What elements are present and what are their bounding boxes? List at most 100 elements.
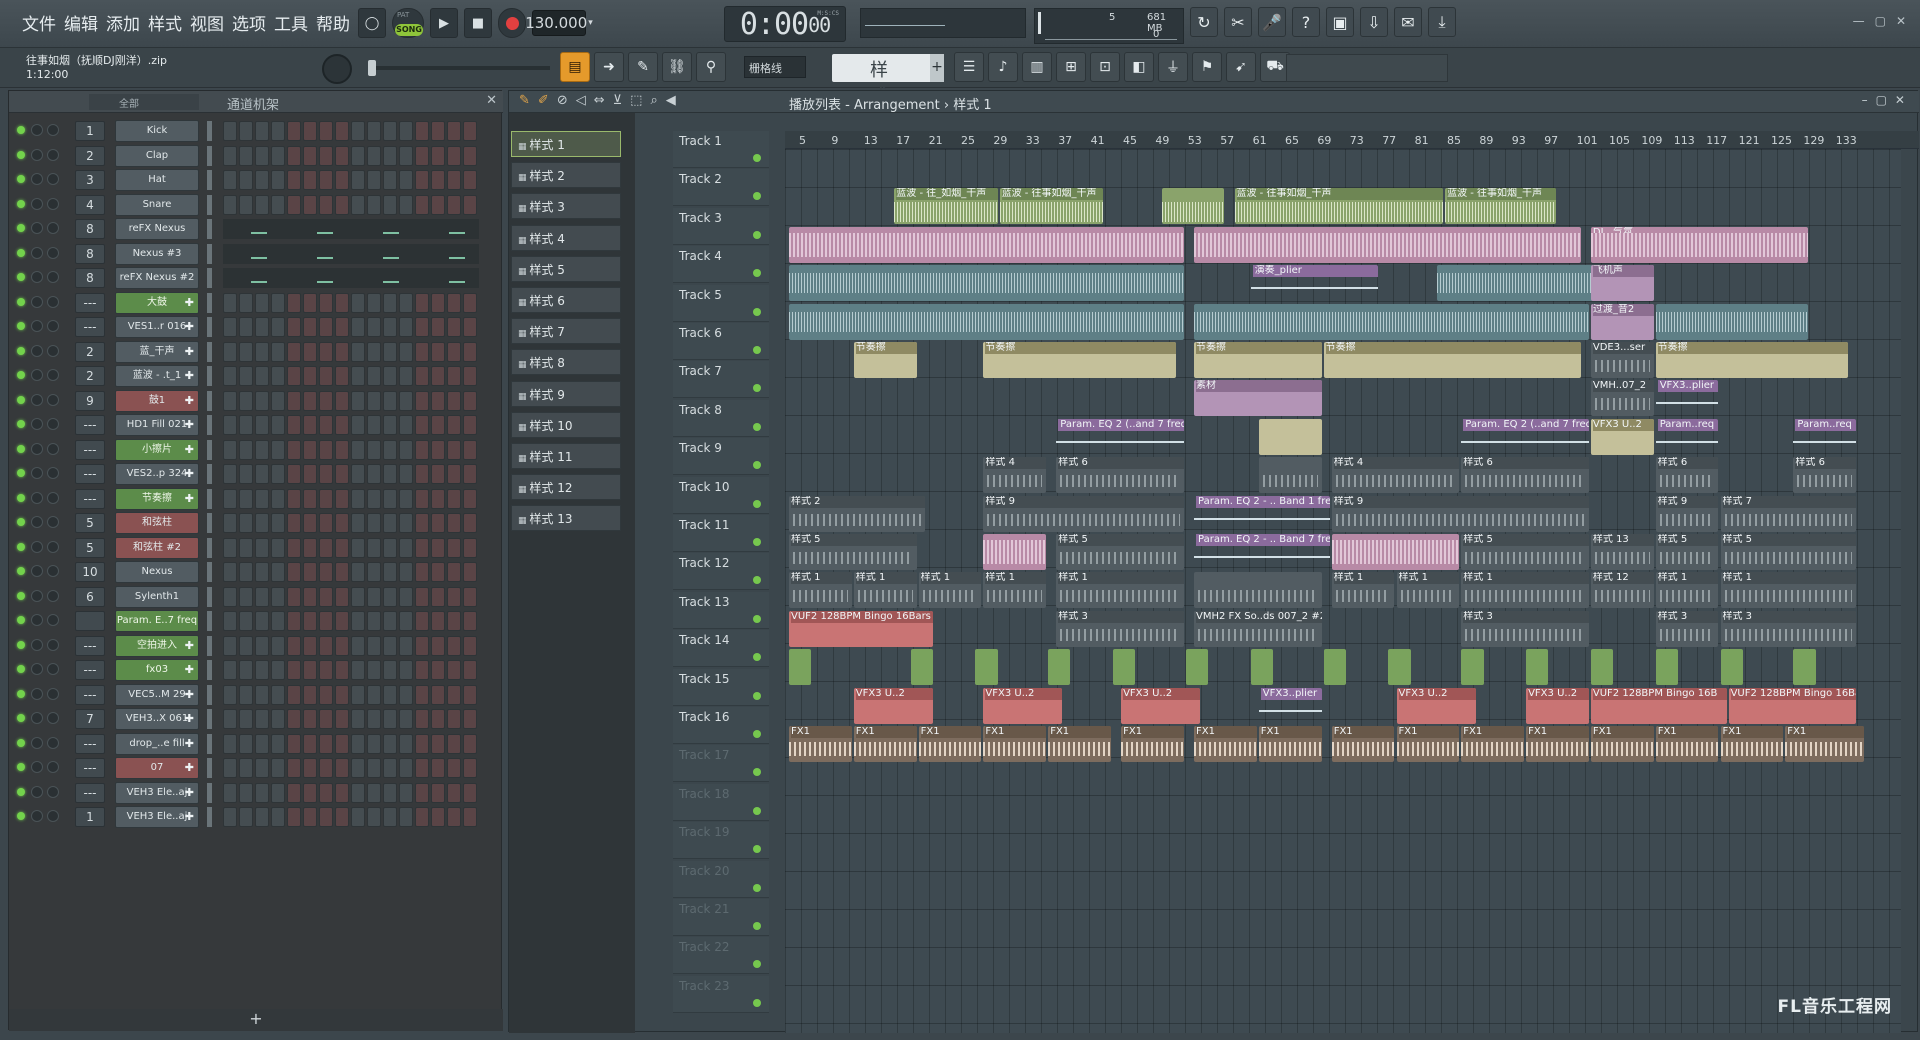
playlist-clip[interactable]: 样式 4	[983, 457, 1047, 494]
mixer-track-number[interactable]: ---	[75, 488, 105, 509]
slip-icon[interactable]: ⇔	[594, 93, 605, 108]
step-button[interactable]	[239, 341, 253, 362]
channel-name-button[interactable]: VES2..p 324	[115, 463, 199, 485]
step-button[interactable]	[399, 170, 413, 190]
step-button[interactable]	[463, 684, 477, 705]
step-button[interactable]	[367, 537, 381, 558]
step-button[interactable]	[383, 415, 397, 435]
step-button[interactable]	[415, 586, 429, 607]
step-button[interactable]	[255, 660, 269, 680]
channel-select-bar[interactable]	[207, 513, 212, 533]
step-button[interactable]	[303, 341, 317, 362]
channel-select-bar[interactable]	[207, 635, 212, 656]
step-button[interactable]	[399, 121, 413, 141]
step-button[interactable]	[367, 439, 381, 460]
step-button[interactable]	[415, 733, 429, 754]
step-button[interactable]	[335, 684, 349, 705]
step-button[interactable]	[431, 513, 445, 533]
step-button[interactable]	[447, 439, 461, 460]
volume-knob[interactable]	[47, 222, 59, 234]
mixer-track-number[interactable]: 9	[75, 390, 105, 411]
step-button[interactable]	[255, 390, 269, 411]
track-enable-icon[interactable]	[753, 691, 761, 700]
step-button[interactable]	[431, 415, 445, 435]
step-button[interactable]	[223, 562, 237, 582]
step-button[interactable]	[239, 390, 253, 411]
step-button[interactable]	[431, 782, 445, 803]
step-button[interactable]	[399, 635, 413, 656]
step-button[interactable]	[223, 537, 237, 558]
step-button[interactable]	[367, 782, 381, 803]
volume-knob[interactable]	[47, 516, 59, 528]
piano-roll-preview[interactable]	[223, 219, 479, 239]
step-button[interactable]	[415, 513, 429, 533]
playlist-clip[interactable]: 样式 3	[1056, 610, 1184, 647]
menu-item[interactable]: 编辑	[64, 10, 98, 35]
step-button[interactable]	[239, 635, 253, 656]
step-button[interactable]	[223, 635, 237, 656]
channel-select-bar[interactable]	[207, 292, 212, 313]
channel-select-bar[interactable]	[207, 317, 212, 337]
playlist-clip[interactable]: 样式 1	[1655, 572, 1719, 609]
step-button[interactable]	[383, 341, 397, 362]
maximize-icon[interactable]: ▢	[1875, 14, 1886, 28]
step-button[interactable]	[431, 317, 445, 337]
channel-rack-icon[interactable]: ▥	[1022, 52, 1052, 82]
step-button[interactable]	[415, 292, 429, 313]
step-button[interactable]	[463, 439, 477, 460]
playlist-clip[interactable]: 蓝波 - 往_如烟_干声	[894, 188, 998, 225]
channel-select-bar[interactable]	[207, 439, 212, 460]
step-button[interactable]	[223, 439, 237, 460]
mixer-track-number[interactable]: 2	[75, 341, 105, 362]
playlist-clip[interactable]: Param..req	[1793, 418, 1857, 455]
channel-row[interactable]: --- VEC5..M 29	[9, 683, 495, 707]
step-button[interactable]	[415, 611, 429, 631]
channel-led-icon[interactable]	[17, 787, 25, 796]
volume-knob[interactable]	[47, 124, 59, 136]
step-button[interactable]	[335, 390, 349, 411]
playlist-clip[interactable]	[1194, 572, 1322, 609]
step-button[interactable]	[447, 170, 461, 190]
step-button[interactable]	[287, 390, 301, 411]
step-button[interactable]	[335, 121, 349, 141]
step-button[interactable]	[351, 366, 365, 386]
step-button[interactable]	[271, 733, 285, 754]
step-button[interactable]	[271, 562, 285, 582]
playlist-clip[interactable]	[1185, 649, 1209, 686]
step-button[interactable]	[319, 758, 333, 778]
channel-name-button[interactable]: Param. E..7 freq	[115, 610, 199, 632]
playlist-clip[interactable]: 样式 4	[1331, 457, 1460, 494]
undo-icon[interactable]: ↻	[1190, 7, 1218, 37]
step-button[interactable]	[319, 782, 333, 803]
step-button[interactable]	[287, 145, 301, 166]
step-button[interactable]	[319, 194, 333, 215]
step-button[interactable]	[367, 341, 381, 362]
step-button[interactable]	[399, 807, 413, 827]
pattern-item[interactable]: 样式 4	[511, 224, 621, 251]
mixer-track-number[interactable]: ---	[75, 782, 105, 803]
playlist-clip[interactable]	[1388, 649, 1411, 686]
step-button[interactable]	[415, 366, 429, 386]
render-icon[interactable]: ⇩	[1360, 7, 1388, 37]
step-button[interactable]	[383, 121, 397, 141]
channel-filter[interactable]: 全部	[89, 94, 199, 110]
volume-knob[interactable]	[47, 467, 59, 479]
step-button[interactable]	[367, 635, 381, 656]
step-button[interactable]	[351, 660, 365, 680]
step-button[interactable]	[239, 733, 253, 754]
step-button[interactable]	[367, 390, 381, 411]
track-header[interactable]: Track 10	[673, 476, 769, 514]
step-button[interactable]	[319, 807, 333, 827]
step-button[interactable]	[303, 709, 317, 729]
pattern-item[interactable]: 样式 10	[511, 411, 621, 438]
track-enable-icon[interactable]	[753, 154, 761, 162]
step-button[interactable]	[415, 170, 429, 190]
pan-knob[interactable]	[31, 614, 43, 626]
master-knob-icon[interactable]: ◯	[358, 8, 386, 38]
playlist-clip[interactable]: Param. EQ 2 - .. Band 1 freq	[1194, 495, 1330, 532]
playlist-clip[interactable]: Param. EQ 2 (..and 7 freq	[1461, 418, 1589, 455]
channel-led-icon[interactable]	[17, 493, 25, 502]
track-enable-icon[interactable]	[753, 614, 761, 623]
pattern-item[interactable]: 样式 1	[511, 131, 621, 157]
channel-name-button[interactable]: 蓝波 - .t_1	[115, 365, 199, 387]
